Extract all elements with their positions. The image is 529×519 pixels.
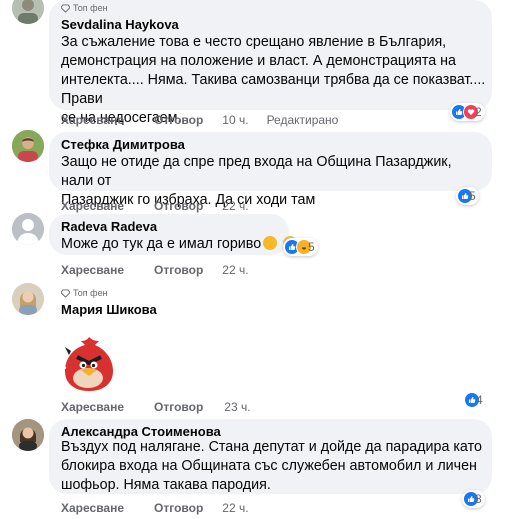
comment-author[interactable]: Radeva Radeva	[61, 219, 157, 234]
comment-text: Въздух под налягане. Стана депутат и дой…	[61, 439, 482, 493]
reaction-count: 5	[469, 189, 476, 203]
reply-button[interactable]: Отговор	[154, 400, 203, 414]
comment-time[interactable]: 22 ч.	[222, 263, 248, 277]
avatar[interactable]	[12, 130, 44, 162]
reaction-count: 4	[476, 393, 483, 407]
reaction-count: 2	[475, 105, 482, 119]
comment-text: Може до тук да е имал гориво	[61, 235, 298, 254]
reaction-count: 8	[475, 492, 482, 506]
badge-label: Топ фен	[73, 3, 108, 13]
like-button[interactable]: Харесване	[61, 199, 124, 213]
angry-bird-sticker[interactable]	[57, 333, 119, 393]
reaction-summary[interactable]: 4	[464, 391, 483, 409]
comment-time[interactable]: 23 ч.	[224, 400, 250, 414]
smile-emoji-icon	[263, 236, 278, 250]
reaction-count: 5	[308, 240, 315, 254]
top-fan-badge: Топ фен	[61, 3, 108, 13]
reaction-summary[interactable]: 5	[283, 238, 318, 256]
like-button[interactable]: Харесване	[61, 113, 124, 127]
like-button[interactable]: Харесване	[61, 501, 124, 515]
reaction-summary[interactable]: 5	[456, 187, 479, 205]
comment-author[interactable]: Sevdalina Haykova	[61, 17, 179, 32]
comment-time[interactable]: 22 ч.	[222, 199, 248, 213]
diamond-icon	[61, 288, 70, 298]
comment-author[interactable]: Александра Стоименова	[61, 424, 221, 439]
top-fan-badge: Топ фен	[61, 288, 108, 298]
diamond-icon	[61, 3, 70, 13]
comment-actions: Харесване Отговор 22 ч.	[61, 199, 261, 213]
like-button[interactable]: Харесване	[61, 263, 124, 277]
reply-button[interactable]: Отговор	[154, 113, 203, 127]
reaction-summary[interactable]: 2	[450, 103, 485, 121]
reply-button[interactable]: Отговор	[154, 199, 203, 213]
comment-actions: Харесване Отговор 23 ч.	[61, 400, 263, 414]
reaction-summary[interactable]: 8	[462, 490, 485, 508]
avatar[interactable]	[12, 419, 44, 451]
reply-button[interactable]: Отговор	[154, 263, 203, 277]
comment-author[interactable]: Мария Шикова	[61, 302, 157, 317]
badge-label: Топ фен	[73, 288, 108, 298]
comment-text-body: Може до тук да е имал гориво	[61, 236, 262, 252]
avatar[interactable]	[12, 213, 44, 245]
comment-time[interactable]: 10 ч.	[222, 113, 248, 127]
avatar[interactable]	[12, 0, 44, 24]
avatar[interactable]	[12, 283, 44, 315]
reply-button[interactable]: Отговор	[154, 501, 203, 515]
edited-label: Редактирано	[266, 113, 339, 127]
comment-actions: Харесване Отговор 22 ч.	[61, 263, 261, 277]
comment-actions: Харесване Отговор 10 ч. Редактирано	[61, 113, 338, 127]
like-button[interactable]: Харесване	[61, 400, 124, 414]
comment-time[interactable]: 22 ч.	[222, 501, 248, 515]
comment-author[interactable]: Стефка Димитрова	[61, 137, 185, 152]
comment-actions: Харесване Отговор 22 ч.	[61, 501, 261, 515]
